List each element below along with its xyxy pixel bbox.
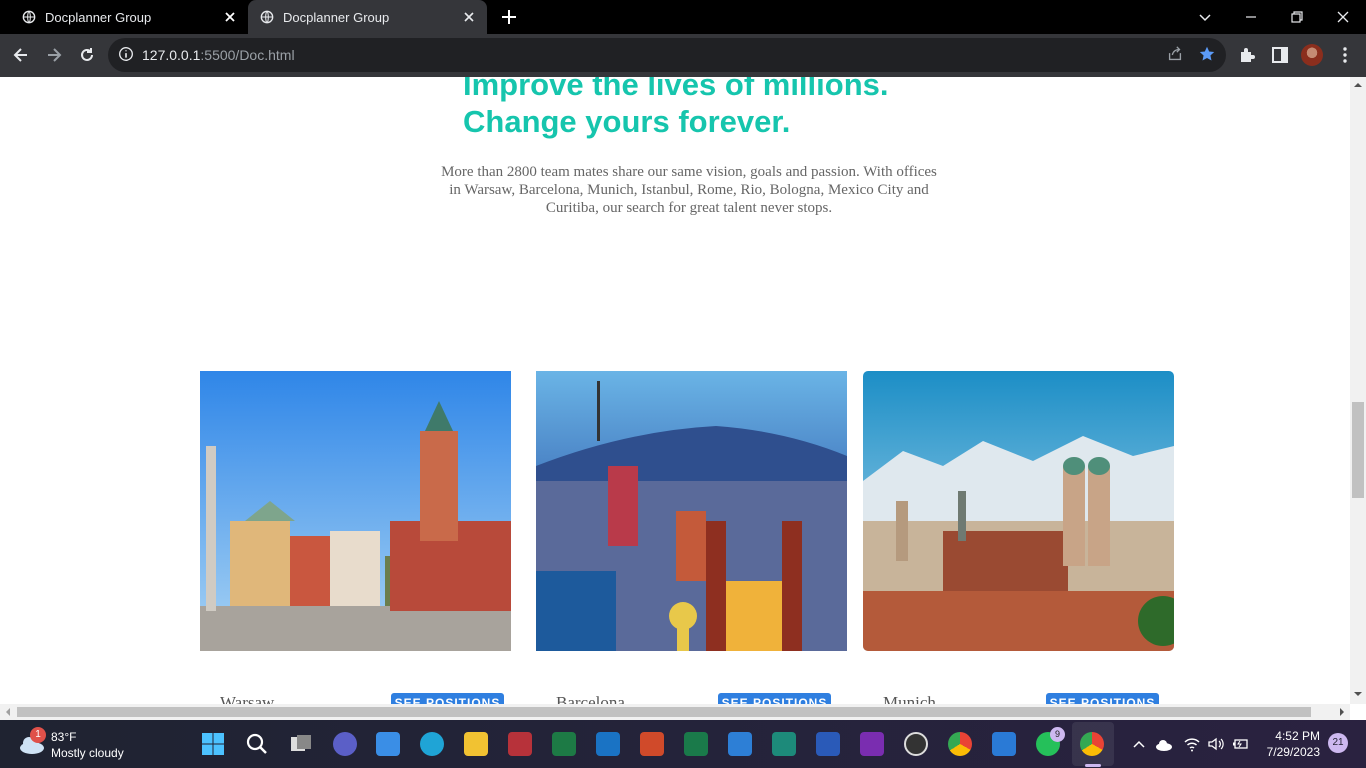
outlook-icon[interactable] [596, 732, 620, 756]
bookmark-star-icon[interactable] [1198, 45, 1216, 63]
see-positions-button[interactable]: SEE POSITIONS [391, 693, 504, 704]
side-panel-icon[interactable] [1270, 45, 1290, 65]
close-tab-icon[interactable] [222, 9, 238, 25]
globe-icon [260, 10, 274, 24]
minimize-icon[interactable] [1240, 6, 1262, 28]
intro-paragraph: More than 2800 team mates share our same… [441, 164, 937, 216]
profile-avatar[interactable] [1301, 44, 1323, 66]
info-icon[interactable] [117, 45, 135, 63]
chrome-active-icon[interactable] [1080, 732, 1104, 756]
globe-icon [22, 10, 36, 24]
warsaw-photo [200, 371, 511, 651]
munich-photo [863, 371, 1174, 651]
chevron-up-icon[interactable] [1132, 737, 1146, 751]
more-menu-icon[interactable] [1335, 45, 1355, 65]
url-path: :5500/Doc.html [200, 47, 295, 63]
vertical-scroll-thumb[interactable] [1352, 402, 1364, 498]
task-view-icon[interactable] [289, 732, 313, 756]
publisher-icon[interactable] [772, 732, 796, 756]
browser-tab-strip: Docplanner Group Docplanner Group [0, 0, 1366, 34]
wifi-icon[interactable] [1183, 735, 1201, 753]
city-name: Munich [883, 693, 936, 704]
weather-desc: Mostly cloudy [51, 746, 124, 760]
page-viewport: Improve the lives of millions. Change yo… [0, 77, 1350, 704]
whatsapp-badge: 9 [1050, 727, 1065, 742]
tab-title: Docplanner Group [45, 9, 152, 25]
file-explorer-icon[interactable] [464, 732, 488, 756]
edge-browser-icon[interactable] [420, 732, 444, 756]
browser-toolbar: 127.0.0.1:5500/Doc.html [0, 34, 1366, 77]
url-text[interactable]: 127.0.0.1:5500/Doc.html [142, 47, 295, 63]
teams-chat-icon[interactable] [333, 732, 357, 756]
tab-docplanner-2[interactable]: Docplanner Group [248, 0, 487, 34]
city-name: Warsaw [220, 693, 275, 704]
restore-icon[interactable] [1286, 6, 1308, 28]
weather-temp: 83°F [51, 730, 77, 744]
onedrive-cloud-icon[interactable] [1155, 736, 1173, 752]
vscode-icon[interactable] [992, 732, 1016, 756]
clock-date: 7/29/2023 [1266, 745, 1320, 759]
barcelona-photo [536, 371, 847, 651]
clock-time: 4:52 PM [1275, 729, 1320, 743]
notification-badge[interactable]: 21 [1328, 733, 1348, 753]
access-icon[interactable] [508, 732, 532, 756]
scroll-up-arrow-icon[interactable] [1354, 81, 1362, 89]
close-tab-icon[interactable] [461, 9, 477, 25]
back-arrow-icon[interactable] [11, 45, 31, 65]
reload-icon[interactable] [77, 45, 97, 65]
media-player-icon[interactable] [904, 732, 928, 756]
share-icon[interactable] [1166, 45, 1184, 63]
hero-heading-line1: Improve the lives of millions. [463, 77, 889, 102]
word-icon[interactable] [816, 732, 840, 756]
forward-arrow-icon[interactable] [44, 45, 64, 65]
tab-title: Docplanner Group [283, 9, 390, 25]
mail-icon[interactable] [728, 732, 752, 756]
see-positions-button[interactable]: SEE POSITIONS [718, 693, 831, 704]
close-window-icon[interactable] [1332, 6, 1354, 28]
project-icon[interactable] [684, 732, 708, 756]
weather-widget[interactable]: 83°F Mostly cloudy [51, 729, 124, 761]
weather-alert-badge: 1 [30, 727, 46, 743]
hero-heading-line2: Change yours forever. [463, 104, 791, 139]
scroll-left-arrow-icon[interactable] [4, 708, 12, 716]
windows-start-icon[interactable] [201, 732, 225, 756]
new-tab-icon[interactable] [499, 7, 519, 27]
see-positions-button[interactable]: SEE POSITIONS [1046, 693, 1159, 704]
extensions-puzzle-icon[interactable] [1237, 45, 1257, 65]
scroll-down-arrow-icon[interactable] [1354, 690, 1362, 698]
active-indicator [1085, 764, 1101, 767]
onenote-icon[interactable] [860, 732, 884, 756]
windows-taskbar: 1 83°F Mostly cloudy 9 4:52 PM 7/29/2023… [0, 720, 1366, 768]
search-icon[interactable] [245, 732, 269, 756]
system-clock[interactable]: 4:52 PM 7/29/2023 [1258, 728, 1320, 760]
city-name: Barcelona [556, 693, 625, 704]
scroll-right-arrow-icon[interactable] [1338, 708, 1346, 716]
chrome-icon[interactable] [948, 732, 972, 756]
excel-icon[interactable] [552, 732, 576, 756]
vertical-scrollbar[interactable] [1350, 77, 1366, 704]
tab-search-chevron-icon[interactable] [1194, 6, 1216, 28]
powerpoint-icon[interactable] [640, 732, 664, 756]
url-host: 127.0.0.1 [142, 47, 201, 63]
address-bar[interactable]: 127.0.0.1:5500/Doc.html [108, 38, 1226, 72]
tab-docplanner-1[interactable]: Docplanner Group [10, 0, 248, 34]
battery-icon[interactable] [1231, 735, 1249, 753]
microsoft-store-icon[interactable] [376, 732, 400, 756]
horizontal-scroll-thumb[interactable] [17, 707, 1311, 717]
volume-icon[interactable] [1207, 735, 1225, 753]
